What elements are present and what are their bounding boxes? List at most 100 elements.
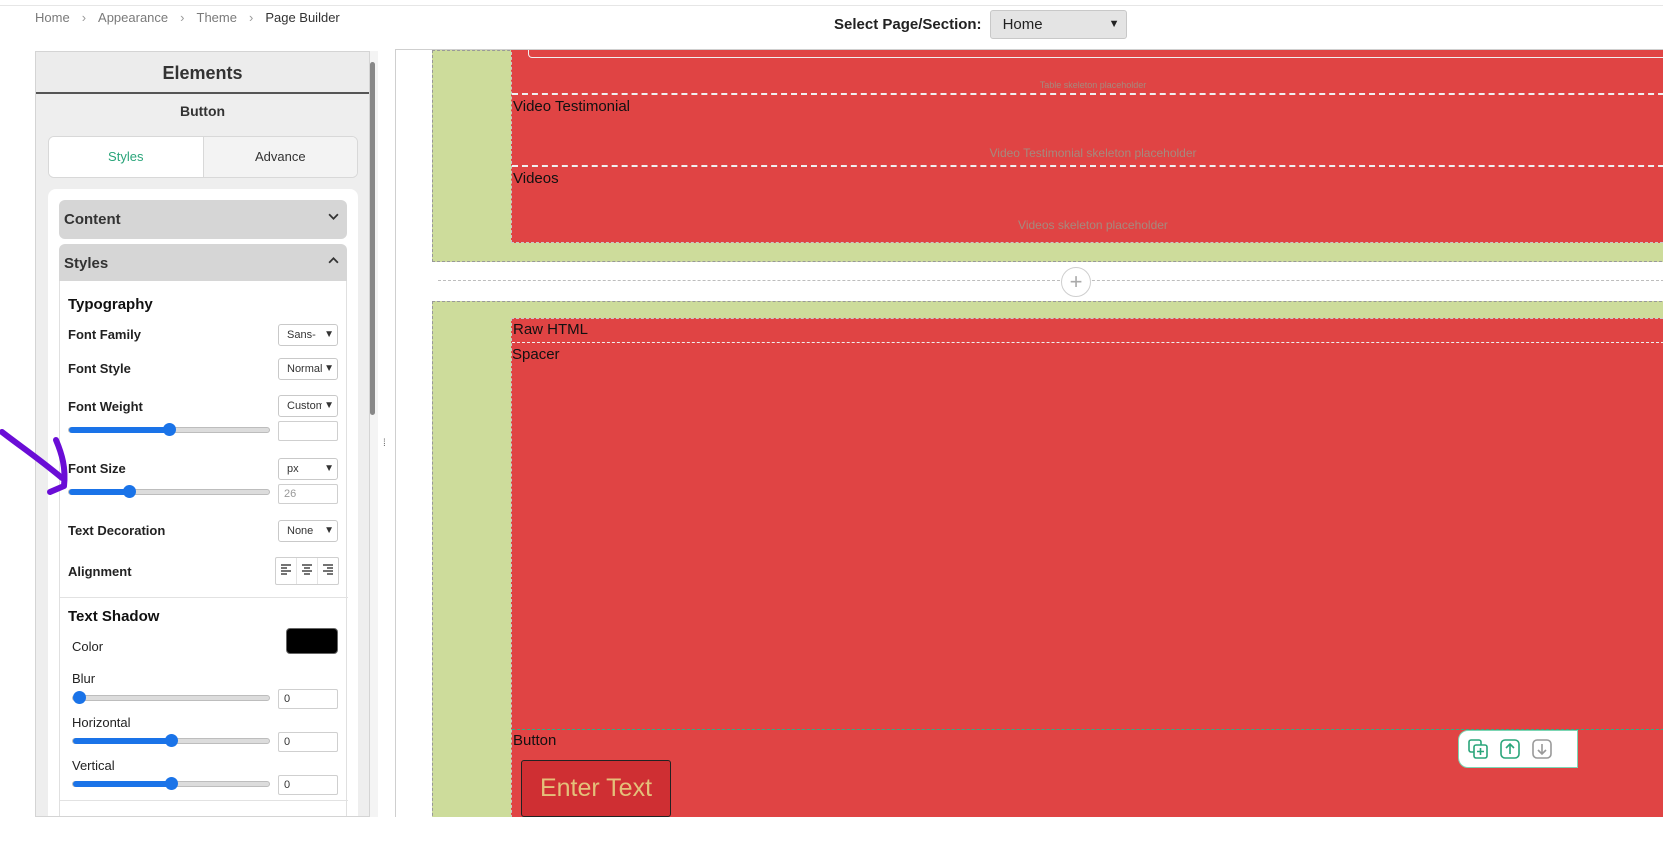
add-section-button[interactable]: + bbox=[1061, 267, 1091, 297]
shadow-vertical-input[interactable]: 0 bbox=[278, 775, 338, 795]
move-up-icon[interactable] bbox=[1499, 738, 1521, 760]
font-size-unit-select[interactable]: px ▼ bbox=[278, 458, 338, 480]
page-select-value: Home bbox=[1002, 16, 1043, 33]
page-select-label: Select Page/Section: bbox=[834, 16, 982, 33]
breadcrumb-page-builder: Page Builder bbox=[265, 10, 340, 25]
chevron-right-icon: › bbox=[81, 10, 87, 25]
shadow-color-swatch[interactable] bbox=[286, 628, 338, 654]
video-testimonial-skeleton: Video Testimonial skeleton placeholder bbox=[989, 146, 1197, 160]
element-divider bbox=[512, 165, 1663, 167]
breadcrumb: Home › Appearance › Theme › Page Builder bbox=[35, 10, 340, 25]
shadow-blur-slider-thumb[interactable] bbox=[73, 691, 86, 704]
shadow-vertical-label: Vertical bbox=[72, 758, 115, 773]
chevron-down-icon: ▼ bbox=[1108, 18, 1120, 30]
text-decoration-value: None bbox=[287, 525, 314, 537]
button-element-label: Button bbox=[513, 732, 557, 749]
spacer-label[interactable]: Spacer bbox=[512, 346, 560, 363]
chevron-down-icon: ▼ bbox=[322, 396, 334, 416]
section-1-content: Table skeleton placeholder Video Testimo… bbox=[511, 50, 1663, 243]
accordion-styles-label: Styles bbox=[64, 255, 109, 272]
chevron-down-icon bbox=[328, 200, 339, 239]
duplicate-icon[interactable] bbox=[1467, 738, 1489, 760]
shadow-horizontal-slider-thumb[interactable] bbox=[165, 734, 178, 747]
chevron-down-icon: ▼ bbox=[322, 521, 334, 541]
raw-html-label[interactable]: Raw HTML bbox=[513, 321, 588, 338]
font-weight-select[interactable]: Custom ▼ bbox=[278, 395, 338, 417]
builder-canvas: Table skeleton placeholder Video Testimo… bbox=[395, 49, 1663, 817]
font-style-label: Font Style bbox=[68, 361, 131, 376]
breadcrumb-theme[interactable]: Theme bbox=[197, 10, 237, 25]
chevron-down-icon: ▼ bbox=[322, 359, 334, 379]
text-shadow-title: Text Shadow bbox=[68, 608, 160, 625]
panel-title: Elements bbox=[36, 52, 369, 94]
font-weight-value: Custom bbox=[287, 400, 325, 412]
table-element-edge[interactable] bbox=[528, 50, 1663, 58]
align-center-icon[interactable] bbox=[297, 558, 318, 584]
shadow-vertical-slider[interactable] bbox=[72, 777, 270, 790]
text-decoration-label: Text Decoration bbox=[68, 523, 166, 538]
chevron-right-icon: › bbox=[180, 10, 185, 25]
element-divider bbox=[512, 93, 1663, 95]
button-preview[interactable]: Enter Text bbox=[521, 760, 671, 817]
text-decoration-select[interactable]: None ▼ bbox=[278, 520, 338, 542]
add-section-line bbox=[438, 280, 1663, 281]
align-left-icon[interactable] bbox=[276, 558, 297, 584]
styles-accordion-body: Typography Font Family Sans-Serif ▼ Font… bbox=[59, 281, 348, 816]
font-size-slider-thumb[interactable] bbox=[123, 485, 136, 498]
shadow-vertical-slider-thumb[interactable] bbox=[165, 777, 178, 790]
shadow-color-label: Color bbox=[72, 639, 104, 654]
tab-advance[interactable]: Advance bbox=[203, 137, 357, 177]
top-border bbox=[0, 0, 1663, 6]
shadow-blur-input[interactable]: 0 bbox=[278, 689, 338, 709]
font-family-value: Sans-Serif bbox=[287, 329, 316, 341]
page-select-dropdown[interactable]: Home ▼ bbox=[989, 10, 1127, 39]
page-select-group: Select Page/Section: Home ▼ bbox=[834, 10, 1127, 39]
alignment-group bbox=[275, 557, 339, 585]
accordion-content-label: Content bbox=[64, 211, 121, 228]
panel-body: Content Styles Typography Font Family Sa… bbox=[48, 189, 358, 816]
breadcrumb-home[interactable]: Home bbox=[35, 10, 70, 25]
font-style-value: Normal bbox=[287, 363, 323, 375]
panel-tabs: Styles Advance bbox=[48, 136, 358, 178]
alignment-label: Alignment bbox=[68, 564, 132, 579]
font-style-select[interactable]: Normal ▼ bbox=[278, 358, 338, 380]
element-divider bbox=[512, 342, 1663, 343]
shadow-blur-slider[interactable] bbox=[72, 691, 270, 704]
font-family-label: Font Family bbox=[68, 327, 141, 342]
shadow-blur-label: Blur bbox=[72, 671, 96, 686]
chevron-up-icon bbox=[328, 244, 339, 283]
panel-scrollbar[interactable] bbox=[370, 62, 375, 415]
resize-handle-icon[interactable]: ⁞ bbox=[383, 439, 389, 449]
elements-panel: Elements Button Styles Advance Content S… bbox=[35, 51, 370, 817]
canvas-section-1[interactable]: Table skeleton placeholder Video Testimo… bbox=[432, 50, 1663, 262]
font-size-slider[interactable] bbox=[68, 485, 270, 498]
font-weight-slider[interactable] bbox=[68, 423, 270, 436]
accordion-styles[interactable]: Styles bbox=[59, 244, 347, 283]
shadow-horizontal-slider[interactable] bbox=[72, 734, 270, 747]
shadow-horizontal-slider-fill bbox=[73, 738, 171, 744]
divider bbox=[60, 800, 348, 801]
breadcrumb-appearance[interactable]: Appearance bbox=[98, 10, 168, 25]
element-toolbar bbox=[1458, 730, 1578, 768]
chevron-down-icon: ▼ bbox=[322, 325, 334, 345]
videos-label[interactable]: Videos bbox=[513, 170, 559, 187]
accordion-content[interactable]: Content bbox=[59, 200, 347, 239]
panel-subtitle: Button bbox=[179, 103, 226, 119]
font-weight-input[interactable] bbox=[278, 421, 338, 441]
move-down-icon[interactable] bbox=[1531, 738, 1553, 760]
annotation-arrow-icon bbox=[0, 429, 68, 495]
font-family-select[interactable]: Sans-Serif ▼ bbox=[278, 324, 338, 346]
table-skeleton-placeholder: Table skeleton placeholder bbox=[1039, 80, 1147, 90]
chevron-right-icon: › bbox=[248, 10, 254, 25]
shadow-horizontal-label: Horizontal bbox=[72, 715, 131, 730]
tab-styles[interactable]: Styles bbox=[49, 137, 204, 177]
video-testimonial-label[interactable]: Video Testimonial bbox=[513, 98, 630, 115]
videos-skeleton: Videos skeleton placeholder bbox=[1018, 218, 1168, 232]
shadow-horizontal-input[interactable]: 0 bbox=[278, 732, 338, 752]
font-weight-slider-thumb[interactable] bbox=[163, 423, 176, 436]
font-size-input[interactable]: 26 bbox=[278, 484, 338, 504]
font-weight-slider-fill bbox=[69, 427, 169, 433]
font-size-unit-value: px bbox=[287, 463, 299, 475]
align-right-icon[interactable] bbox=[318, 558, 338, 584]
shadow-vertical-slider-fill bbox=[73, 781, 171, 787]
